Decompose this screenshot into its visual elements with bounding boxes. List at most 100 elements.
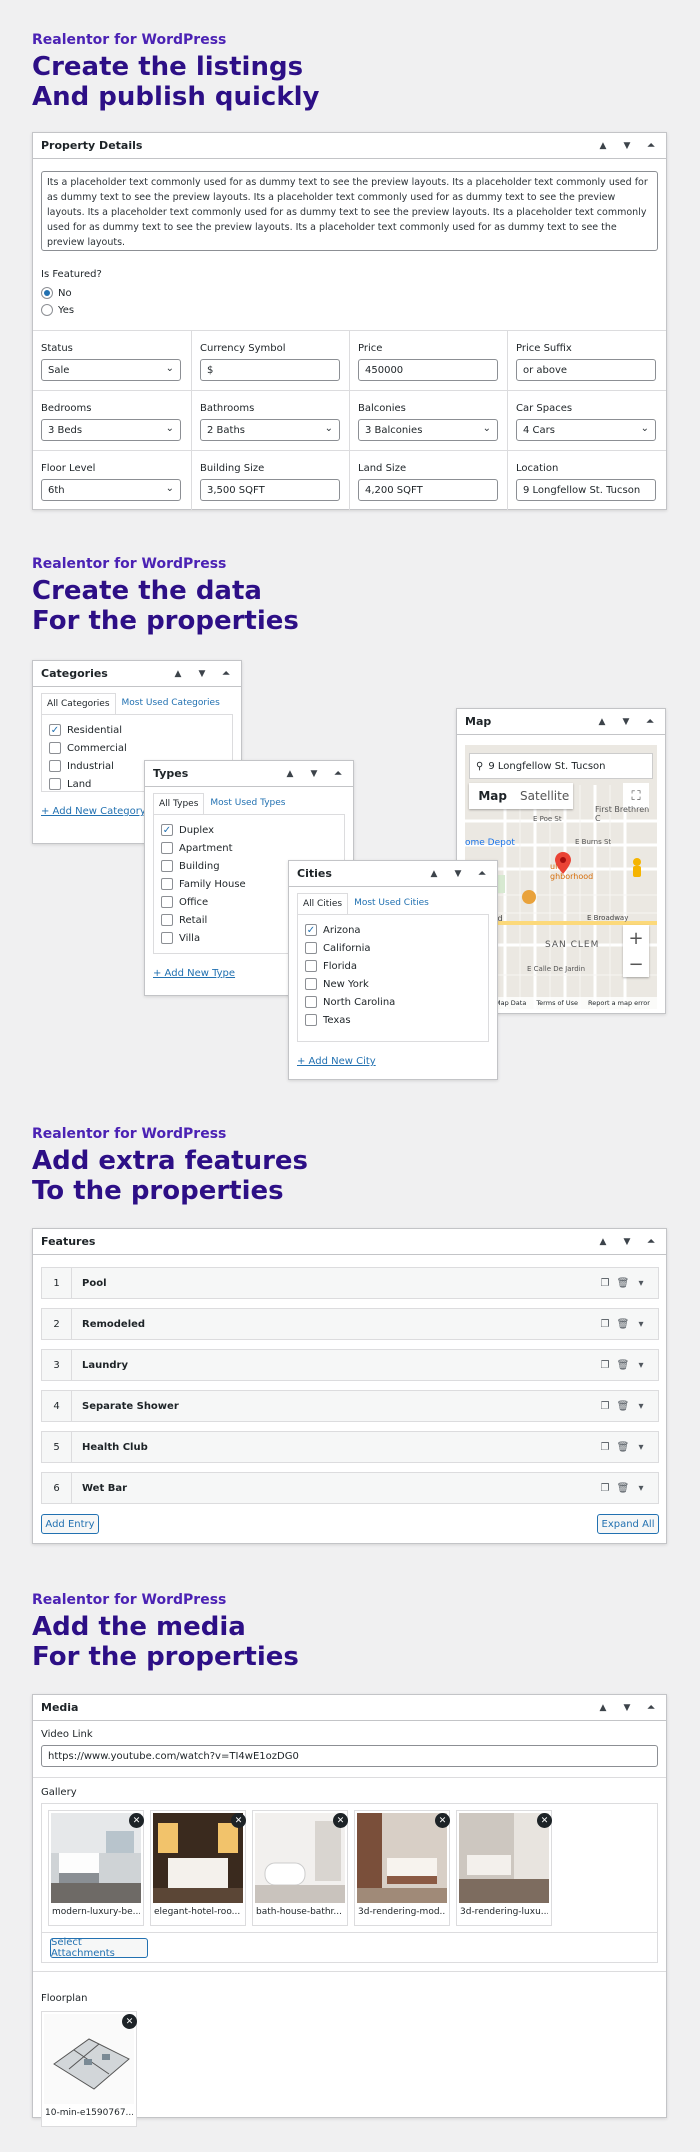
checkbox[interactable] (161, 860, 173, 872)
list-item[interactable]: North Carolina (305, 993, 481, 1011)
checkbox[interactable] (305, 960, 317, 972)
list-item[interactable]: ✓ Duplex (161, 821, 337, 839)
add-entry-button[interactable]: Add Entry (41, 1514, 99, 1534)
copy-icon[interactable]: ❐ (596, 1442, 614, 1453)
checkbox-checked[interactable]: ✓ (305, 924, 317, 936)
checkbox[interactable] (305, 942, 317, 954)
move-down-icon[interactable]: ▼ (447, 869, 469, 879)
checkbox[interactable] (49, 742, 61, 754)
copy-icon[interactable]: ❐ (596, 1401, 614, 1412)
checkbox[interactable] (49, 778, 61, 790)
checkbox[interactable] (161, 896, 173, 908)
price-suffix-input[interactable]: or above (516, 359, 656, 381)
collapse-icon[interactable]: ⏶ (639, 717, 661, 727)
checkbox[interactable] (305, 1014, 317, 1026)
chevron-down-icon[interactable]: ▾ (632, 1278, 650, 1289)
tab-most-used-types[interactable]: Most Used Types (204, 793, 291, 814)
bathrooms-select[interactable]: 2 Baths ⌄ (200, 419, 340, 441)
chevron-down-icon[interactable]: ▾ (632, 1442, 650, 1453)
table-row[interactable]: 3 Laundry ❐ 🗑 ▾ (41, 1349, 659, 1381)
floorplan-thumb[interactable]: 10-min-e1590767... ✕ (41, 2011, 137, 2127)
checkbox[interactable] (161, 932, 173, 944)
move-down-icon[interactable]: ▼ (616, 141, 638, 151)
checkbox[interactable] (305, 978, 317, 990)
zoom-out-button[interactable]: − (623, 951, 649, 977)
table-row[interactable]: 5 Health Club ❐ 🗑 ▾ (41, 1431, 659, 1463)
gallery-thumb[interactable]: 3d-rendering-luxu... ✕ (456, 1810, 552, 1926)
video-link-input[interactable]: https://www.youtube.com/watch?v=TI4wE1oz… (41, 1745, 658, 1767)
map-search-input[interactable]: ⚲ 9 Longfellow St. Tucson (469, 753, 653, 779)
chevron-down-icon[interactable]: ▾ (632, 1401, 650, 1412)
collapse-icon[interactable]: ⏶ (215, 669, 237, 679)
zoom-in-button[interactable]: + (623, 925, 649, 951)
move-down-icon[interactable]: ▼ (303, 769, 325, 779)
move-down-icon[interactable]: ▼ (191, 669, 213, 679)
trash-icon[interactable]: 🗑 (614, 1319, 632, 1330)
checkbox-checked[interactable]: ✓ (161, 824, 173, 836)
location-input[interactable]: 9 Longfellow St. Tucson (516, 479, 656, 501)
gallery-thumb[interactable]: bath-house-bathr... ✕ (252, 1810, 348, 1926)
list-item[interactable]: Commercial (49, 739, 225, 757)
map-type-map-button[interactable]: Map (469, 783, 516, 809)
move-up-icon[interactable]: ▲ (591, 717, 613, 727)
table-row[interactable]: 1 Pool ❐ 🗑 ▾ (41, 1267, 659, 1299)
featured-yes-radio[interactable]: Yes (41, 304, 74, 316)
remove-icon[interactable]: ✕ (435, 1813, 450, 1828)
copy-icon[interactable]: ❐ (596, 1483, 614, 1494)
expand-all-button[interactable]: Expand All (597, 1514, 659, 1534)
table-row[interactable]: 4 Separate Shower ❐ 🗑 ▾ (41, 1390, 659, 1422)
terms-link[interactable]: Terms of Use (536, 999, 578, 1007)
list-item[interactable]: Florida (305, 957, 481, 975)
move-down-icon[interactable]: ▼ (615, 717, 637, 727)
move-up-icon[interactable]: ▲ (167, 669, 189, 679)
list-item[interactable]: ✓ Residential (49, 721, 225, 739)
report-error-link[interactable]: Report a map error (588, 999, 650, 1007)
remove-icon[interactable]: ✕ (122, 2014, 137, 2029)
price-input[interactable]: 450000 (358, 359, 498, 381)
collapse-icon[interactable]: ⏶ (471, 869, 493, 879)
trash-icon[interactable]: 🗑 (614, 1483, 632, 1494)
tab-all-categories[interactable]: All Categories (41, 693, 116, 714)
status-select[interactable]: Sale ⌄ (41, 359, 181, 381)
trash-icon[interactable]: 🗑 (614, 1278, 632, 1289)
table-row[interactable]: 6 Wet Bar ❐ 🗑 ▾ (41, 1472, 659, 1504)
move-down-icon[interactable]: ▼ (616, 1237, 638, 1247)
tab-most-used-categories[interactable]: Most Used Categories (116, 693, 226, 714)
pegman-icon[interactable] (630, 857, 644, 883)
move-up-icon[interactable]: ▲ (592, 1703, 614, 1713)
list-item[interactable]: New York (305, 975, 481, 993)
tab-all-cities[interactable]: All Cities (297, 893, 349, 914)
collapse-icon[interactable]: ⏶ (640, 1703, 662, 1713)
checkbox-checked[interactable]: ✓ (49, 724, 61, 736)
description-textarea[interactable]: Its a placeholder text commonly used for… (41, 171, 658, 251)
trash-icon[interactable]: 🗑 (614, 1401, 632, 1412)
checkbox[interactable] (161, 878, 173, 890)
remove-icon[interactable]: ✕ (231, 1813, 246, 1828)
remove-icon[interactable]: ✕ (129, 1813, 144, 1828)
move-up-icon[interactable]: ▲ (592, 1237, 614, 1247)
gallery-thumb[interactable]: elegant-hotel-roo... ✕ (150, 1810, 246, 1926)
collapse-icon[interactable]: ⏶ (327, 769, 349, 779)
map-type-satellite-button[interactable]: Satellite (516, 783, 573, 809)
trash-icon[interactable]: 🗑 (614, 1360, 632, 1371)
checkbox[interactable] (161, 914, 173, 926)
table-row[interactable]: 2 Remodeled ❐ 🗑 ▾ (41, 1308, 659, 1340)
building-size-input[interactable]: 3,500 SQFT (200, 479, 340, 501)
list-item[interactable]: Apartment (161, 839, 337, 857)
trash-icon[interactable]: 🗑 (614, 1442, 632, 1453)
gallery-thumb[interactable]: modern-luxury-be... ✕ (48, 1810, 144, 1926)
checkbox[interactable] (305, 996, 317, 1008)
remove-icon[interactable]: ✕ (333, 1813, 348, 1828)
checkbox[interactable] (161, 842, 173, 854)
chevron-down-icon[interactable]: ▾ (632, 1360, 650, 1371)
map-data-link[interactable]: Map Data (495, 999, 526, 1007)
select-attachments-button[interactable]: Select Attachments (50, 1937, 148, 1959)
bedrooms-select[interactable]: 3 Beds ⌄ (41, 419, 181, 441)
move-up-icon[interactable]: ▲ (423, 869, 445, 879)
featured-no-radio[interactable]: No (41, 287, 74, 299)
add-new-city-link[interactable]: + Add New City (289, 1048, 497, 1075)
chevron-down-icon[interactable]: ▾ (632, 1483, 650, 1494)
list-item[interactable]: Texas (305, 1011, 481, 1029)
list-item[interactable]: California (305, 939, 481, 957)
tab-most-used-cities[interactable]: Most Used Cities (348, 893, 435, 914)
